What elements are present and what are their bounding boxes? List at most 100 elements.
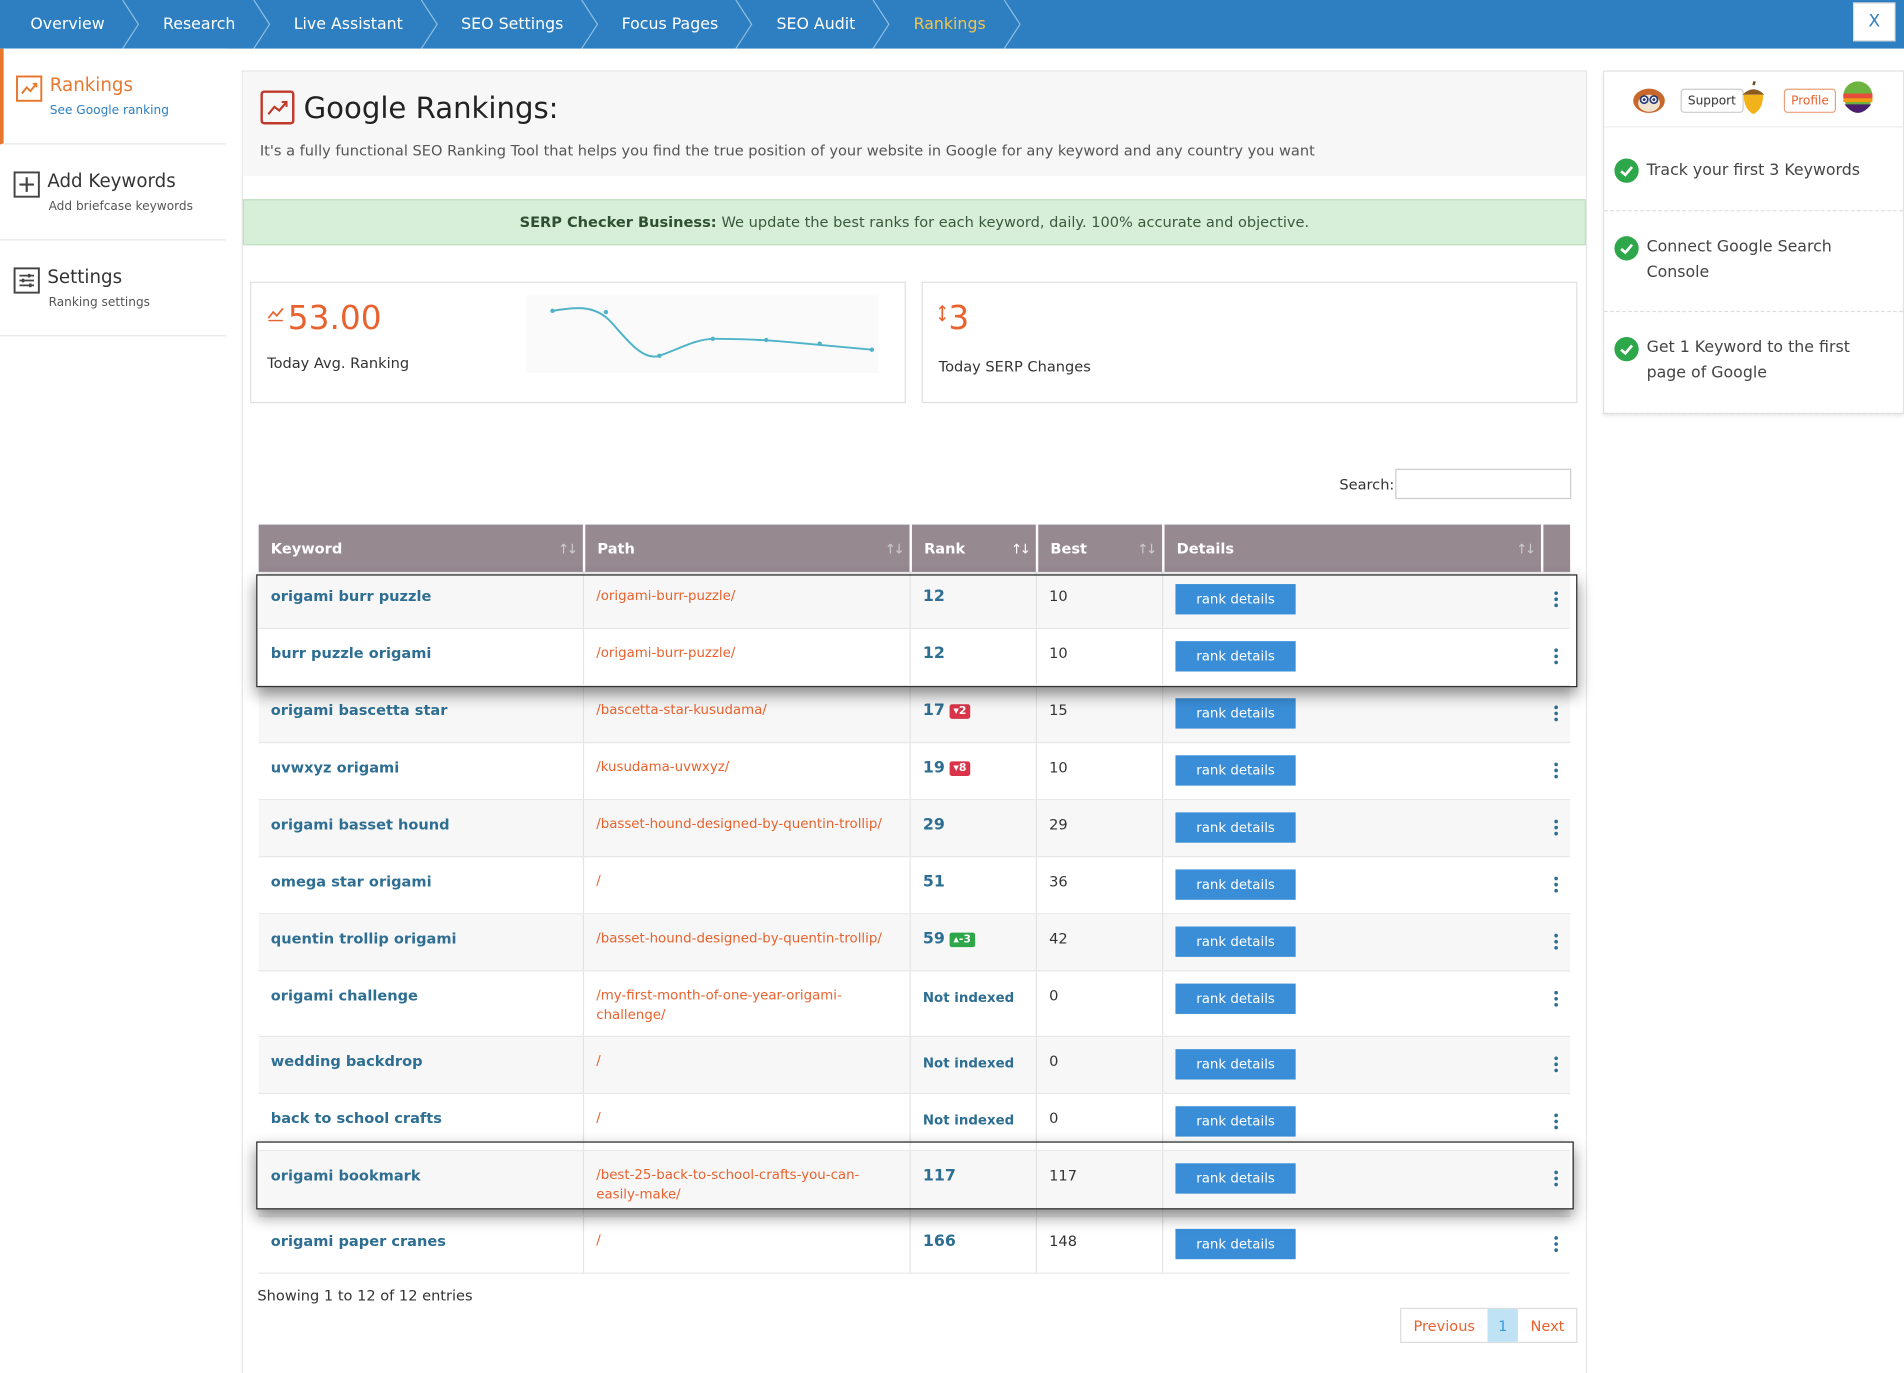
close-button[interactable]: X — [1853, 2, 1896, 42]
search-input[interactable] — [1395, 468, 1572, 500]
more-options-icon[interactable] — [1554, 648, 1558, 665]
nav-item-seo-audit[interactable]: SEO Audit — [747, 0, 891, 49]
keyword-text: wedding backdrop — [270, 1052, 423, 1070]
path-cell[interactable]: /my-first-month-of-one-year-origami-chal… — [584, 971, 911, 1036]
path-cell[interactable]: /basset-hound-designed-by-quentin-trolli… — [584, 800, 911, 857]
rank-details-button[interactable]: rank details — [1175, 755, 1296, 786]
actions-cell — [1543, 800, 1570, 856]
path-cell[interactable]: / — [584, 857, 911, 914]
keyword-cell[interactable]: quentin trollip origami — [259, 914, 585, 971]
nav-item-focus-pages[interactable]: Focus Pages — [592, 0, 753, 49]
keyword-cell[interactable]: origami basset hound — [259, 800, 585, 857]
more-options-icon[interactable] — [1554, 1236, 1558, 1252]
main-content: Google Rankings: It's a fully functional… — [241, 70, 1588, 1373]
next-button[interactable]: Next — [1518, 1309, 1576, 1342]
path-cell[interactable]: / — [584, 1094, 911, 1150]
rank-details-button[interactable]: rank details — [1175, 1049, 1296, 1080]
rank-details-button[interactable]: rank details — [1175, 983, 1296, 1014]
more-options-icon[interactable] — [1554, 591, 1558, 608]
sidebar-item-rankings[interactable]: Rankings See Google ranking — [0, 48, 226, 145]
actions-cell — [1543, 686, 1570, 742]
path-cell[interactable]: /basset-hound-designed-by-quentin-trolli… — [584, 914, 911, 971]
column-path[interactable]: Path ↑↓ — [585, 524, 912, 572]
path-cell[interactable]: / — [584, 1216, 911, 1273]
rank-details-button[interactable]: rank details — [1175, 1228, 1296, 1260]
keyword-cell[interactable]: back to school crafts — [259, 1094, 585, 1150]
table-row: origami paper cranes / 166 148 rank details — [258, 1216, 1571, 1274]
path-text: /origami-burr-puzzle/ — [596, 644, 736, 661]
best-cell: 29 — [1037, 800, 1164, 857]
keyword-cell[interactable]: uvwxyz origami — [259, 743, 585, 800]
page-1-button[interactable]: 1 — [1487, 1309, 1519, 1342]
rank-details-button[interactable]: rank details — [1175, 812, 1296, 843]
more-options-icon[interactable] — [1554, 933, 1558, 950]
support-button[interactable]: Support — [1680, 88, 1744, 113]
page-description: It's a fully functional SEO Ranking Tool… — [259, 142, 1315, 160]
rank-details-button[interactable]: rank details — [1175, 926, 1296, 957]
task-item: Connect Google Search Console — [1604, 211, 1903, 313]
path-cell[interactable]: /best-25-back-to-school-crafts-you-can-e… — [584, 1151, 911, 1216]
keyword-cell[interactable]: origami bascetta star — [259, 686, 585, 742]
more-options-icon[interactable] — [1554, 990, 1558, 1007]
rank-details-button[interactable]: rank details — [1175, 584, 1296, 615]
sparkline-point — [710, 336, 715, 341]
keyword-cell[interactable]: origami paper cranes — [259, 1216, 585, 1273]
nav-item-label: Research — [162, 15, 236, 34]
more-options-icon[interactable] — [1554, 1170, 1558, 1187]
rank-details-button[interactable]: rank details — [1175, 1163, 1296, 1194]
chevron-right-icon — [1003, 0, 1021, 49]
more-options-icon[interactable] — [1554, 1056, 1558, 1073]
keyword-cell[interactable]: origami burr puzzle — [259, 571, 585, 628]
trend-icon — [267, 307, 284, 322]
details-cell: rank details — [1163, 857, 1543, 913]
keyword-cell[interactable]: origami challenge — [259, 971, 585, 1036]
column-best[interactable]: Best ↑↓ — [1038, 524, 1165, 572]
more-options-icon[interactable] — [1554, 819, 1558, 836]
column-details[interactable]: Details ↑↓ — [1165, 524, 1544, 572]
sparkline-point — [550, 308, 555, 314]
path-cell[interactable]: /origami-burr-puzzle/ — [584, 629, 911, 685]
best-value: 15 — [1049, 701, 1068, 719]
path-cell[interactable]: /bascetta-star-kusudama/ — [584, 686, 911, 742]
nav-item-live-assistant[interactable]: Live Assistant — [265, 0, 438, 49]
rank-details-button[interactable]: rank details — [1175, 641, 1296, 672]
profile-button[interactable]: Profile — [1783, 88, 1837, 113]
rank-details-button[interactable]: rank details — [1175, 698, 1296, 729]
rank-value: 59 — [922, 930, 945, 949]
more-options-icon[interactable] — [1554, 762, 1558, 779]
more-options-icon[interactable] — [1554, 1113, 1558, 1130]
more-options-icon[interactable] — [1554, 876, 1558, 893]
actions-cell — [1543, 1094, 1570, 1150]
actions-cell — [1543, 572, 1570, 628]
column-rank[interactable]: Rank ↑↓ — [912, 524, 1039, 572]
sidebar-item-add-keywords[interactable]: Add Keywords Add briefcase keywords — [0, 145, 226, 241]
sidebar-item-settings[interactable]: Settings Ranking settings — [0, 240, 226, 337]
notice-text: We update the best ranks for each keywor… — [721, 213, 1310, 231]
previous-button[interactable]: Previous — [1401, 1309, 1487, 1342]
column-label: Best — [1050, 540, 1088, 558]
rank-value: 29 — [922, 816, 945, 835]
path-text: /best-25-back-to-school-crafts-you-can-e… — [596, 1166, 860, 1203]
nav-item-research[interactable]: Research — [134, 0, 271, 49]
details-cell: rank details — [1163, 971, 1543, 1035]
rank-details-button[interactable]: rank details — [1175, 869, 1296, 900]
nav-item-rankings[interactable]: Rankings — [884, 0, 1021, 49]
nav-item-overview[interactable]: Overview — [0, 0, 140, 49]
best-value: 117 — [1049, 1166, 1077, 1184]
path-cell[interactable]: /kusudama-uvwxyz/ — [584, 743, 911, 800]
panel-toolbar: Support Profile — [1604, 72, 1903, 128]
table-row: quentin trollip origami/basset-hound-des… — [258, 914, 1571, 972]
keyword-cell[interactable]: wedding backdrop — [259, 1037, 585, 1093]
rank-details-button[interactable]: rank details — [1175, 1106, 1296, 1137]
path-cell[interactable]: /origami-burr-puzzle/ — [584, 571, 911, 628]
path-cell[interactable]: / — [584, 1037, 911, 1093]
keyword-cell[interactable]: omega star origami — [259, 857, 585, 914]
keyword-cell[interactable]: burr puzzle origami — [259, 629, 585, 685]
best-cell: 0 — [1037, 971, 1164, 1036]
nav-item-seo-settings[interactable]: SEO Settings — [432, 0, 599, 49]
sliders-icon — [13, 267, 40, 294]
column-keyword[interactable]: Keyword ↑↓ — [259, 524, 586, 572]
more-options-icon[interactable] — [1554, 705, 1558, 722]
keyword-cell[interactable]: origami bookmark — [259, 1151, 585, 1216]
details-cell: rank details — [1163, 1037, 1543, 1093]
